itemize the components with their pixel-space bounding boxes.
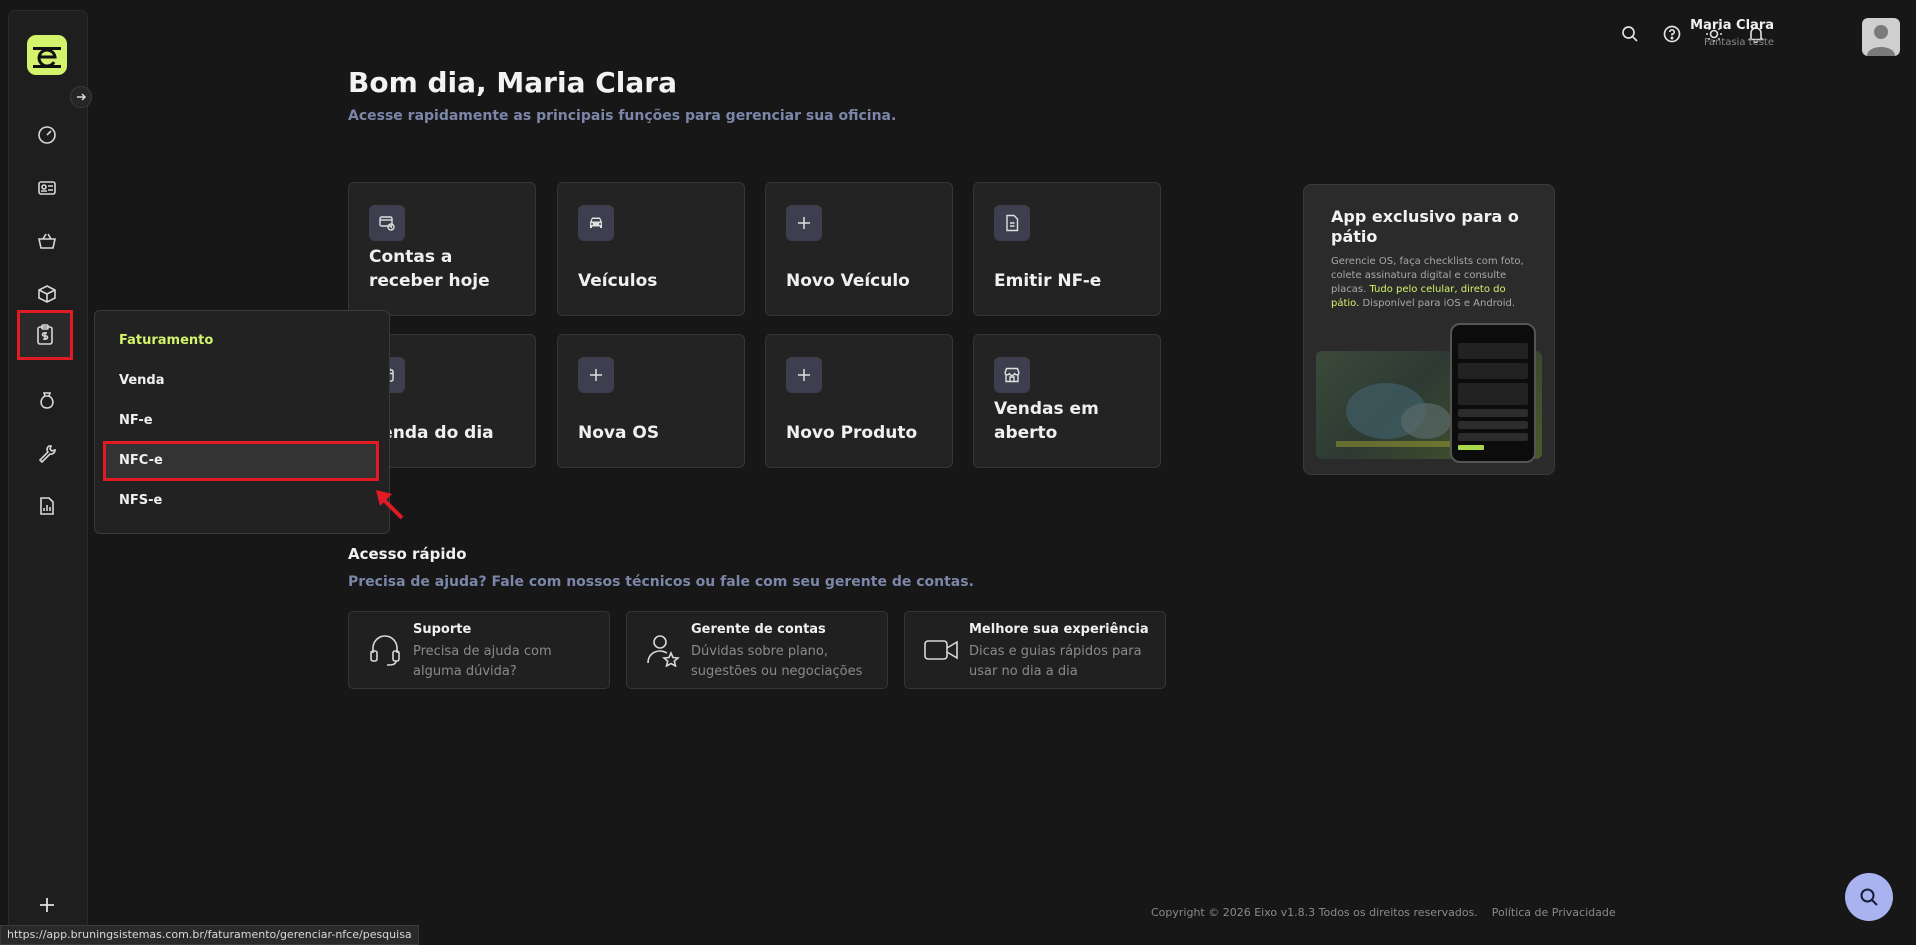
plus-icon (786, 357, 822, 393)
basket-icon[interactable] (27, 221, 67, 261)
box-icon[interactable] (27, 274, 67, 314)
card-emitir-nfe[interactable]: Emitir NF-e (973, 182, 1161, 316)
menu-item-nfce[interactable]: NFC-e (119, 453, 163, 468)
card-novo-veiculo[interactable]: Novo Veículo (765, 182, 953, 316)
promo-title: App exclusivo para o pátio (1331, 207, 1519, 246)
quick-access-title: Acesso rápido (348, 545, 467, 563)
help-icon[interactable] (1660, 22, 1684, 46)
wrench-icon[interactable] (27, 433, 67, 473)
experience-card[interactable]: Melhore sua experiência Dicas e guias rá… (904, 611, 1166, 689)
card-label: Contas a receber hoje (369, 247, 490, 291)
experience-title: Melhore sua experiência (969, 622, 1149, 637)
card-vendas-aberto[interactable]: Vendas em aberto (973, 334, 1161, 468)
sidebar (8, 10, 88, 933)
menu-header: Faturamento (119, 333, 214, 348)
document-icon (994, 205, 1030, 241)
expand-sidebar-button[interactable] (70, 86, 92, 108)
page-subtitle: Acesse rapidamente as principais funções… (348, 108, 897, 124)
plus-icon (786, 205, 822, 241)
id-card-icon[interactable] (27, 168, 67, 208)
receipt-icon (369, 205, 405, 241)
support-card[interactable]: Suporte Precisa de ajuda com alguma dúvi… (348, 611, 610, 689)
app-promo-card[interactable]: App exclusivo para o pátio Gerencie OS, … (1303, 184, 1555, 475)
promo-text: Gerencie OS, faça checklists com foto, c… (1331, 256, 1524, 309)
menu-item-nfe[interactable]: NF-e (119, 413, 153, 428)
avatar[interactable] (1862, 18, 1900, 56)
store-icon (994, 357, 1030, 393)
pointer-arrow-icon (374, 488, 406, 524)
billing-menu: Faturamento Venda NF-e NFC-e NFS-e (94, 310, 390, 534)
money-bag-icon[interactable] (27, 380, 67, 420)
eixo-logo[interactable] (27, 35, 67, 75)
phone-mockup (1450, 323, 1536, 463)
report-icon[interactable] (27, 486, 67, 526)
card-label: Novo Produto (786, 423, 918, 443)
card-label: Veículos (578, 271, 658, 291)
search-fab-button[interactable] (1845, 873, 1893, 921)
status-bar-url: https://app.bruningsistemas.com.br/fatur… (0, 925, 419, 945)
user-star-icon (645, 632, 681, 668)
quick-access-subtitle: Precisa de ajuda? Fale com nossos técnic… (348, 574, 974, 590)
privacy-link[interactable]: Política de Privacidade (1492, 906, 1616, 919)
card-nova-os[interactable]: Nova OS (557, 334, 745, 468)
page-title: Bom dia, Maria Clara (348, 66, 677, 99)
card-novo-produto[interactable]: Novo Produto (765, 334, 953, 468)
search-icon[interactable] (1618, 22, 1642, 46)
card-label: Novo Veículo (786, 271, 910, 291)
car-icon (578, 205, 614, 241)
menu-item-nfse[interactable]: NFS-e (119, 493, 162, 508)
card-label: Venda do dia (369, 423, 494, 443)
support-title: Suporte (413, 622, 472, 637)
account-manager-title: Gerente de contas (691, 622, 826, 637)
account-manager-card[interactable]: Gerente de contas Dúvidas sobre plano, s… (626, 611, 888, 689)
card-contas-receber[interactable]: Contas a receber hoje (348, 182, 536, 316)
headset-icon (367, 632, 403, 668)
account-manager-text: Dúvidas sobre plano, sugestões ou negoci… (691, 644, 863, 679)
video-camera-icon (923, 632, 959, 668)
card-veiculos[interactable]: Veículos (557, 182, 745, 316)
experience-text: Dicas e guias rápidos para usar no dia a… (969, 644, 1142, 679)
support-text: Precisa de ajuda com alguma dúvida? (413, 644, 552, 679)
dashboard-icon[interactable] (27, 115, 67, 155)
add-icon[interactable] (27, 885, 67, 925)
plus-icon (578, 357, 614, 393)
copyright-text: Copyright © 2026 Eixo v1.8.3 Todos os di… (1151, 906, 1478, 919)
menu-item-venda[interactable]: Venda (119, 373, 165, 388)
user-name[interactable]: Maria Clara (1690, 18, 1774, 33)
user-company: Fantasia teste (1704, 37, 1774, 48)
card-label: Vendas em aberto (994, 399, 1099, 443)
footer: Copyright © 2026 Eixo v1.8.3 Todos os di… (1151, 906, 1616, 919)
card-label: Nova OS (578, 423, 660, 443)
card-label: Emitir NF-e (994, 271, 1102, 291)
billing-icon[interactable] (17, 310, 73, 360)
